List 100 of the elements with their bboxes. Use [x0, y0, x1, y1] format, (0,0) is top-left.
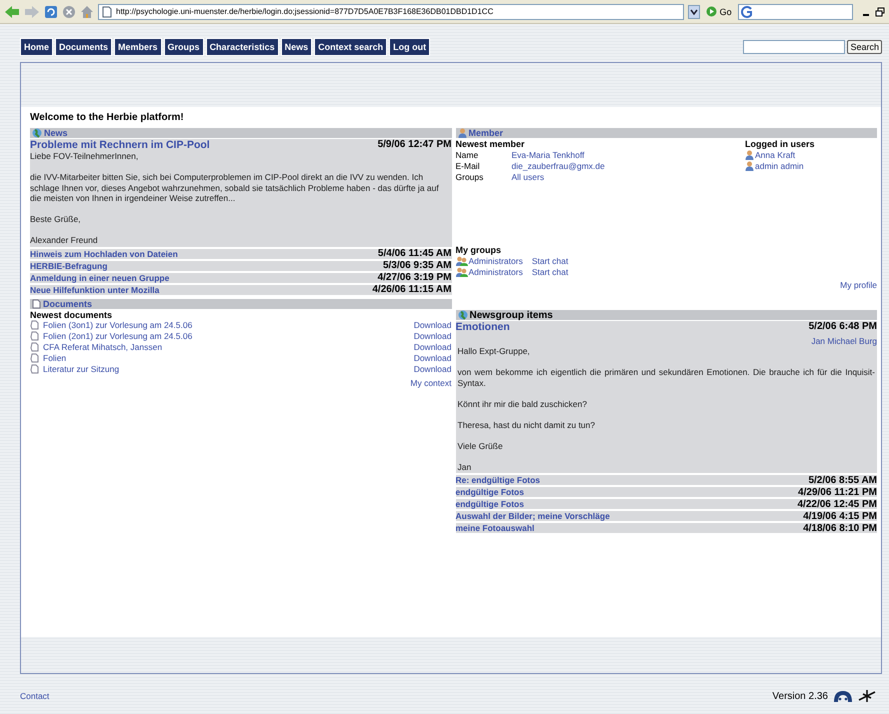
group-link[interactable]: Administrators	[468, 256, 523, 266]
user-icon	[745, 160, 754, 170]
my-groups-heading: My groups	[456, 245, 502, 255]
group-icon	[456, 256, 468, 266]
post-paragraph: von wem bekomme ich eigentlich die primären und sekundären Emotionen. Die brauche ich für die Inquisit-Syntax.	[456, 367, 876, 388]
section-title: Member	[468, 128, 504, 138]
field-value-link[interactable]: Eva-Maria Tenkhoff	[512, 150, 584, 160]
download-link[interactable]: Download	[414, 353, 452, 363]
user-icon	[745, 150, 754, 160]
back-arrow-icon[interactable]	[4, 4, 20, 18]
restore-icon[interactable]	[875, 6, 885, 16]
documents-heading: Newest documents	[30, 310, 114, 320]
address-field[interactable]: http://psychologie.uni-muenster.de/herbie/login.do;jsessionid=877D7D5A0E7B3F168E36DB01DBD1D1CC	[98, 4, 684, 20]
newest-member-heading: Newest member	[456, 139, 526, 149]
news-date: 5/4/06 11:45 AM	[378, 248, 452, 259]
nav-tab[interactable]: News	[280, 38, 312, 56]
post-date: 4/18/06 8:10 PM	[803, 522, 877, 534]
field-value-link[interactable]: die_zauberfrau@gmx.de	[512, 160, 605, 170]
post-date: 5/2/06 6:48 PM	[808, 321, 877, 333]
search-field[interactable]	[743, 40, 846, 54]
go-button[interactable]: Go	[704, 6, 734, 17]
section-title: News	[44, 128, 68, 138]
start-chat-link[interactable]: Start chat	[532, 266, 568, 276]
section-title: Documents	[43, 298, 92, 308]
download-link[interactable]: Download	[414, 364, 452, 374]
nav-tab[interactable]: Characteristics	[206, 38, 279, 56]
start-chat-link[interactable]: Start chat	[532, 256, 568, 266]
news-link[interactable]: Hinweis zum Hochladen von Dateien	[30, 248, 178, 258]
post-date: 4/29/06 11:21 PM	[798, 486, 877, 498]
stop-icon[interactable]	[62, 4, 76, 18]
aircraft-logo-icon	[858, 688, 876, 704]
post-paragraph: Hallo Expt-Gruppe,	[456, 346, 531, 356]
download-link[interactable]: Download	[414, 342, 452, 352]
news-link[interactable]: HERBIE-Befragung	[30, 260, 108, 270]
nav-tab[interactable]: Groups	[164, 38, 204, 56]
globe-icon	[458, 310, 468, 320]
version-text: Version 2.36	[772, 690, 828, 702]
news-paragraph: Beste Grüße,	[30, 214, 82, 224]
post-date: 5/2/06 8:55 AM	[808, 474, 877, 486]
post-paragraph: Könnt ihr mir die bald zuschicken?	[456, 398, 588, 409]
document-link[interactable]: Folien (3on1) zur Vorlesung am 24.5.06	[43, 320, 192, 330]
home-icon[interactable]	[80, 4, 94, 18]
group-link[interactable]: Administrators	[468, 266, 523, 276]
document-link[interactable]: CFA Referat Mihatsch, Janssen	[43, 342, 162, 352]
nav-tab[interactable]: Home	[20, 38, 54, 56]
profile-link[interactable]: My profile	[840, 280, 877, 290]
field-value-link[interactable]: All users	[512, 172, 544, 182]
field-label: Groups	[456, 172, 484, 182]
google-search-field[interactable]	[738, 4, 853, 20]
author-link[interactable]: Jan Michael Burg	[811, 336, 877, 346]
search-button[interactable]: Search	[847, 40, 882, 54]
play-icon	[706, 6, 717, 17]
document-icon	[32, 298, 41, 308]
nav-tab[interactable]: Documents	[55, 38, 112, 56]
user-link[interactable]: admin admin	[755, 160, 804, 170]
letter-g-icon	[740, 6, 753, 18]
page-icon	[102, 6, 112, 18]
post-link[interactable]: meine Fotoauswahl	[456, 523, 534, 533]
logged-in-heading: Logged in users	[745, 139, 816, 149]
person-icon	[458, 128, 466, 138]
post-date: 4/19/06 4:15 PM	[803, 510, 877, 522]
news-paragraph: die IVV-Mitarbeiter bitten Sie, sich bei Computerproblemen im CIP-Pool direkt an die IVV zu wenden. Ich schlage Ihnen vor, dieses Angebot wahrzunehmen, sobald sie tatsächlich Probleme haben - das dürfte ja auf die meisten von Ihnen in irgendeiner Weise zutreffen...	[30, 172, 440, 204]
context-link[interactable]: My context	[410, 378, 452, 388]
contact-link[interactable]: Contact	[20, 691, 50, 701]
dropdown-icon[interactable]	[688, 4, 700, 18]
document-link[interactable]: Literatur zur Sitzung	[43, 364, 120, 374]
field-label: E-Mail	[456, 160, 481, 170]
refresh-icon[interactable]	[44, 4, 58, 18]
welcome-heading: Welcome to the Herbie platform!	[30, 112, 185, 123]
post-link[interactable]: Re: endgültige Fotos	[456, 475, 540, 485]
user-link[interactable]: Anna Kraft	[755, 150, 796, 160]
post-date: 4/22/06 12:45 PM	[798, 498, 877, 510]
post-title-link[interactable]: Emotionen	[456, 321, 510, 333]
download-link[interactable]: Download	[414, 331, 452, 341]
post-link[interactable]: endgültige Fotos	[456, 487, 524, 497]
post-link[interactable]: Auswahl der Bilder; meine Vorschläge	[456, 511, 610, 521]
nav-tab[interactable]: Members	[114, 38, 162, 56]
post-link[interactable]: endgültige Fotos	[456, 499, 524, 509]
nav-tab[interactable]: Context search	[314, 38, 388, 56]
news-date: 5/9/06 12:47 PM	[378, 139, 452, 151]
news-title-link[interactable]: Probleme mit Rechnern im CIP-Pool	[30, 139, 210, 151]
news-date: 4/27/06 3:19 PM	[378, 272, 452, 283]
post-paragraph: Theresa, hast du nicht damit zu tun?	[456, 420, 596, 430]
news-paragraph: Alexander Freund	[30, 235, 99, 246]
post-paragraph: Jan	[456, 462, 472, 472]
news-link[interactable]: Anmeldung in einer neuen Gruppe	[30, 272, 170, 282]
group-icon	[456, 266, 468, 276]
field-label: Name	[456, 150, 480, 160]
news-link[interactable]: Neue Hilfefunktion unter Mozilla	[30, 284, 160, 294]
news-date: 5/3/06 9:35 AM	[382, 260, 452, 271]
nav-tab[interactable]: Log out	[389, 38, 430, 56]
post-paragraph: Viele Grüße	[456, 440, 504, 451]
document-link[interactable]: Folien	[43, 353, 66, 363]
news-paragraph: Liebe FOV-TeilnehmerInnen,	[30, 151, 140, 162]
section-title: Newsgroup items	[470, 310, 553, 320]
arch-logo-icon	[832, 689, 854, 703]
globe-icon	[32, 128, 42, 138]
document-link[interactable]: Folien (2on1) zur Vorlesung am 24.5.06	[43, 331, 192, 341]
download-link[interactable]: Download	[414, 320, 452, 330]
news-date: 4/26/06 11:15 AM	[372, 284, 452, 295]
